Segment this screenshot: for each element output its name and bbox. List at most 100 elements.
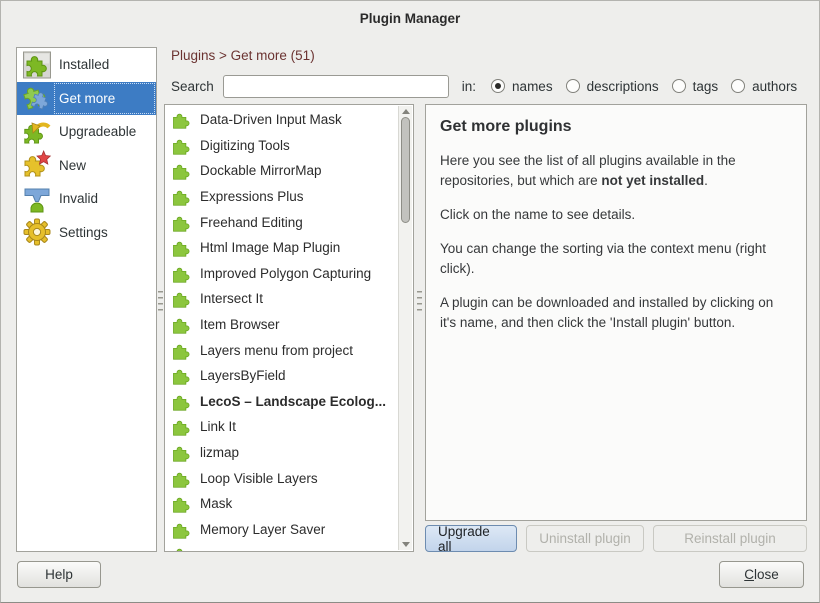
- new-icon: [20, 150, 53, 180]
- search-in-options: names descriptions tags authors: [478, 79, 797, 94]
- sidebar-item-settings[interactable]: Settings: [17, 216, 156, 250]
- help-button[interactable]: Help: [17, 561, 101, 588]
- list-item[interactable]: Improved Polygon Capturing: [167, 261, 397, 287]
- search-label: Search: [171, 79, 214, 94]
- plugin-icon: [172, 264, 191, 283]
- list-item[interactable]: [167, 542, 397, 551]
- plugin-name: Freehand Editing: [200, 215, 303, 230]
- plugin-list: Data-Driven Input Mask Digitizing Tools …: [164, 104, 414, 552]
- plugin-name: Layers menu from project: [200, 343, 353, 358]
- plugin-name: Item Browser: [200, 317, 280, 332]
- plugin-icon: [172, 315, 191, 334]
- list-item[interactable]: Dockable MirrorMap: [167, 158, 397, 184]
- plugin-icon: [172, 469, 191, 488]
- list-item[interactable]: Layers menu from project: [167, 337, 397, 363]
- plugin-icon: [172, 161, 191, 180]
- sidebar-item-label: Installed: [53, 48, 156, 82]
- plugin-icon: [172, 110, 191, 129]
- scroll-up-icon[interactable]: [402, 109, 410, 114]
- plugin-icon: [172, 238, 191, 257]
- plugin-action-buttons: Upgrade all Uninstall plugin Reinstall p…: [425, 525, 807, 552]
- plugin-icon: [172, 417, 191, 436]
- get-more-icon: [20, 83, 53, 113]
- list-item[interactable]: Data-Driven Input Mask: [167, 107, 397, 133]
- list-item[interactable]: LecoS – Landscape Ecolog...: [167, 389, 397, 415]
- reinstall-plugin-button[interactable]: Reinstall plugin: [653, 525, 807, 552]
- sidebar-item-invalid[interactable]: Invalid: [17, 182, 156, 216]
- plugin-icon: [172, 213, 191, 232]
- search-input[interactable]: [223, 75, 449, 98]
- list-item[interactable]: Loop Visible Layers: [167, 465, 397, 491]
- search-in-label: in:: [462, 79, 476, 94]
- plugin-details-panel: Get more plugins Here you see the list o…: [425, 104, 807, 521]
- radio-label: names: [512, 79, 553, 94]
- search-in-option[interactable]: tags: [672, 79, 719, 94]
- close-button[interactable]: Close: [719, 561, 804, 588]
- window-titlebar: Plugin Manager: [1, 1, 819, 35]
- upgradeable-icon: [20, 117, 53, 147]
- details-paragraph-3: You can change the sorting via the conte…: [440, 239, 792, 279]
- plugin-name: Intersect It: [200, 291, 263, 306]
- list-item[interactable]: Item Browser: [167, 312, 397, 338]
- list-item[interactable]: Digitizing Tools: [167, 133, 397, 159]
- radio-icon: [731, 79, 745, 93]
- plugin-name: Digitizing Tools: [200, 138, 290, 153]
- plugin-icon: [172, 494, 191, 513]
- splitter-handle-left[interactable]: [158, 291, 163, 313]
- breadcrumb: Plugins > Get more (51): [171, 48, 315, 63]
- search-in-option[interactable]: names: [491, 79, 553, 94]
- uninstall-plugin-button[interactable]: Uninstall plugin: [526, 525, 644, 552]
- list-item[interactable]: lizmap: [167, 440, 397, 466]
- plugin-name: Dockable MirrorMap: [200, 163, 322, 178]
- scroll-down-icon[interactable]: [402, 542, 410, 547]
- plugin-manager-window: Plugin Manager Installed Get more: [0, 0, 820, 603]
- plugin-icon: [172, 366, 191, 385]
- sidebar-item-label: Invalid: [53, 182, 156, 216]
- settings-icon: [20, 217, 53, 247]
- invalid-icon: [20, 184, 53, 214]
- radio-icon: [672, 79, 686, 93]
- plugin-icon: [172, 392, 191, 411]
- sidebar-item-label: Settings: [53, 216, 156, 250]
- list-item[interactable]: LayersByField: [167, 363, 397, 389]
- plugin-name: Html Image Map Plugin: [200, 240, 340, 255]
- window-title: Plugin Manager: [360, 11, 461, 26]
- plugin-name: Loop Visible Layers: [200, 471, 318, 486]
- plugin-list-items: Data-Driven Input Mask Digitizing Tools …: [167, 107, 397, 551]
- search-in-option[interactable]: descriptions: [566, 79, 659, 94]
- category-sidebar: Installed Get more Upgradeable: [16, 47, 157, 552]
- plugin-name: LayersByField: [200, 368, 286, 383]
- details-paragraph-2: Click on the name to see details.: [440, 205, 792, 225]
- upgrade-all-button[interactable]: Upgrade all: [425, 525, 517, 552]
- radio-label: tags: [693, 79, 719, 94]
- search-in-option[interactable]: authors: [731, 79, 797, 94]
- plugin-name: LecoS – Landscape Ecolog...: [200, 394, 386, 409]
- plugin-icon: [172, 136, 191, 155]
- plugin-list-scrollbar[interactable]: [398, 106, 412, 550]
- radio-icon: [566, 79, 580, 93]
- plugin-name: lizmap: [200, 445, 239, 460]
- search-row: Search in: names descriptions tags autho…: [171, 73, 805, 99]
- list-item[interactable]: Html Image Map Plugin: [167, 235, 397, 261]
- list-item[interactable]: Freehand Editing: [167, 209, 397, 235]
- list-item[interactable]: Memory Layer Saver: [167, 517, 397, 543]
- plugin-icon: [172, 443, 191, 462]
- sidebar-item-label: New: [53, 149, 156, 183]
- list-item[interactable]: Link It: [167, 414, 397, 440]
- splitter-handle-right[interactable]: [417, 291, 422, 313]
- sidebar-item-upgradeable[interactable]: Upgradeable: [17, 115, 156, 149]
- details-paragraph-4: A plugin can be downloaded and installed…: [440, 293, 792, 333]
- radio-label: descriptions: [587, 79, 659, 94]
- sidebar-item-get-more[interactable]: Get more: [17, 82, 156, 116]
- sidebar-item-installed[interactable]: Installed: [17, 48, 156, 82]
- sidebar-item-new[interactable]: New: [17, 149, 156, 183]
- list-item[interactable]: Expressions Plus: [167, 184, 397, 210]
- plugin-icon: [172, 545, 191, 551]
- scrollbar-thumb[interactable]: [401, 117, 410, 223]
- list-item[interactable]: Mask: [167, 491, 397, 517]
- plugin-icon: [172, 289, 191, 308]
- installed-icon: [20, 50, 53, 80]
- plugin-name: Mask: [200, 496, 232, 511]
- list-item[interactable]: Intersect It: [167, 286, 397, 312]
- plugin-name: Memory Layer Saver: [200, 522, 325, 537]
